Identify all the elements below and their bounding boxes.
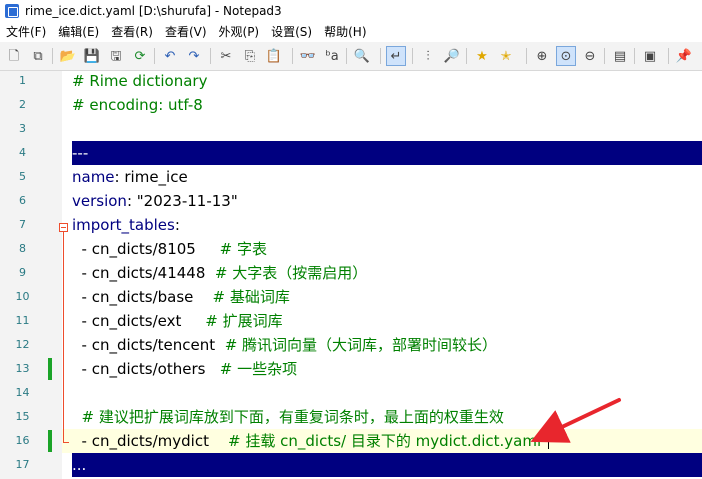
red-arrow-annotation — [530, 398, 621, 443]
